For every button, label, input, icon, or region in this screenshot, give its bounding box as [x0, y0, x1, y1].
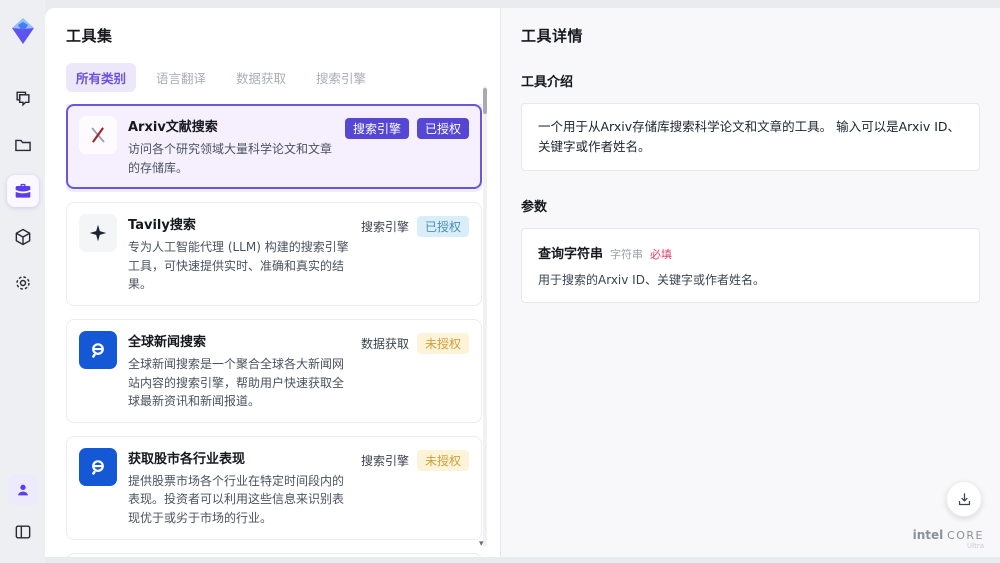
param-card: 查询字符串 字符串 必填 用于搜索的Arxiv ID、关键字或作者姓名。 — [521, 228, 980, 303]
scrollbar-thumb[interactable] — [483, 88, 487, 114]
tool-desc: 提供股票市场各个行业在特定时间段内的表现。投资者可以利用这些信息来识别表现优于或… — [128, 473, 345, 525]
briefcase-icon — [15, 183, 30, 198]
category-tabs: 所有类别 语言翻译 数据获取 搜索引擎 — [66, 63, 500, 92]
brand-sub: Ultra — [967, 542, 984, 551]
arxiv-icon — [79, 116, 117, 154]
category-badge: 搜索引擎 — [344, 118, 409, 139]
tool-card-global-news[interactable]: 全球新闻搜索 全球新闻搜索是一个聚合全球各大新闻网站内容的搜索引擎，帮助用户快速… — [66, 318, 482, 423]
app-logo-icon — [11, 18, 34, 44]
intel-core-logo: intel core Ultra — [913, 529, 984, 551]
tab-search-engine[interactable]: 搜索引擎 — [306, 63, 376, 92]
category-label: 搜索引擎 — [360, 453, 409, 468]
sidebar-item-settings[interactable] — [0, 260, 45, 306]
tab-translation[interactable]: 语言翻译 — [146, 63, 216, 92]
sidebar-item-panel-toggle[interactable] — [0, 515, 45, 549]
sidebar-item-packages[interactable] — [0, 214, 45, 260]
param-desc: 用于搜索的Arxiv ID、关键字或作者姓名。 — [538, 273, 765, 287]
tab-all-categories[interactable]: 所有类别 — [66, 63, 137, 92]
tool-name: Arxiv文献搜索 — [128, 120, 218, 135]
sector-performance-icon — [79, 447, 117, 486]
tool-desc: 访问各个研究领域大量科学论文和文章的存储库。 — [128, 142, 333, 175]
folder-icon — [14, 139, 31, 152]
list-scrollbar[interactable]: ▾ — [479, 86, 487, 549]
toolset-panel: 工具集 所有类别 语言翻译 数据获取 搜索引擎 Arxiv文献搜索 访问各个研究… — [45, 8, 500, 557]
detail-title: 工具详情 — [521, 27, 584, 45]
brand-primary: intel — [912, 528, 944, 543]
user-icon — [17, 484, 28, 496]
sidebar-item-chat[interactable] — [0, 76, 45, 122]
panel-toggle-icon — [15, 525, 30, 539]
tab-data-fetch[interactable]: 数据获取 — [226, 63, 296, 92]
param-required-badge: 必填 — [650, 248, 673, 261]
tool-list: Arxiv文献搜索 访问各个研究领域大量科学论文和文章的存储库。 搜索引擎 已授… — [66, 104, 482, 557]
intro-heading: 工具介绍 — [521, 75, 574, 90]
param-name: 查询字符串 — [538, 247, 604, 262]
cube-icon — [15, 228, 30, 246]
scroll-down-caret[interactable]: ▾ — [479, 539, 484, 549]
tavily-icon — [79, 214, 117, 253]
status-badge: 未授权 — [416, 332, 469, 354]
tool-name: 获取股市各行业表现 — [128, 451, 246, 467]
sidebar-item-tools[interactable] — [0, 168, 45, 214]
params-heading: 参数 — [521, 200, 548, 215]
page-title: 工具集 — [66, 27, 113, 45]
download-button[interactable] — [946, 481, 982, 517]
chat-icon — [15, 91, 30, 107]
sidebar-item-user[interactable] — [7, 475, 38, 505]
tool-card-sector-performance[interactable]: 获取股市各行业表现 提供股票市场各个行业在特定时间段内的表现。投资者可以利用这些… — [66, 435, 482, 540]
status-badge: 已授权 — [416, 216, 469, 238]
status-badge: 未授权 — [416, 449, 469, 471]
status-badge: 已授权 — [416, 118, 469, 139]
tool-card-tavily[interactable]: Tavily搜索 专为人工智能代理 (LLM) 构建的搜索引擎工具，可快速提供实… — [66, 202, 482, 306]
main-content: 工具集 所有类别 语言翻译 数据获取 搜索引擎 Arxiv文献搜索 访问各个研究… — [45, 8, 1000, 557]
category-label: 搜索引擎 — [360, 220, 409, 235]
gear-icon — [15, 276, 30, 290]
brand-secondary: core — [947, 529, 984, 543]
tool-card-active-stocks[interactable]: 获取市场最活跃股票信息 提供当天交易量最高的股票列表，投资者可以利用这些信息来识… — [66, 552, 482, 557]
tool-desc: 全球新闻搜索是一个聚合全球各大新闻网站内容的搜索引擎，帮助用户快速获取全球最新资… — [128, 356, 345, 409]
sidebar-item-files[interactable] — [0, 122, 45, 168]
tool-name: Tavily搜索 — [128, 218, 196, 234]
intro-text: 一个用于从Arxiv存储库搜索科学论文和文章的工具。 输入可以是Arxiv ID… — [521, 103, 980, 171]
download-icon — [958, 492, 970, 505]
left-rail — [0, 0, 45, 563]
tool-card-arxiv[interactable]: Arxiv文献搜索 访问各个研究领域大量科学论文和文章的存储库。 搜索引擎 已授… — [66, 104, 482, 190]
category-label: 数据获取 — [360, 336, 409, 351]
tool-name: 全球新闻搜索 — [128, 334, 207, 350]
global-news-icon — [79, 330, 117, 369]
param-type: 字符串 — [610, 248, 644, 261]
tool-desc: 专为人工智能代理 (LLM) 构建的搜索引擎工具，可快速提供实时、准确和真实的结… — [128, 240, 349, 292]
tool-detail-panel: 工具详情 工具介绍 一个用于从Arxiv存储库搜索科学论文和文章的工具。 输入可… — [500, 8, 1000, 557]
